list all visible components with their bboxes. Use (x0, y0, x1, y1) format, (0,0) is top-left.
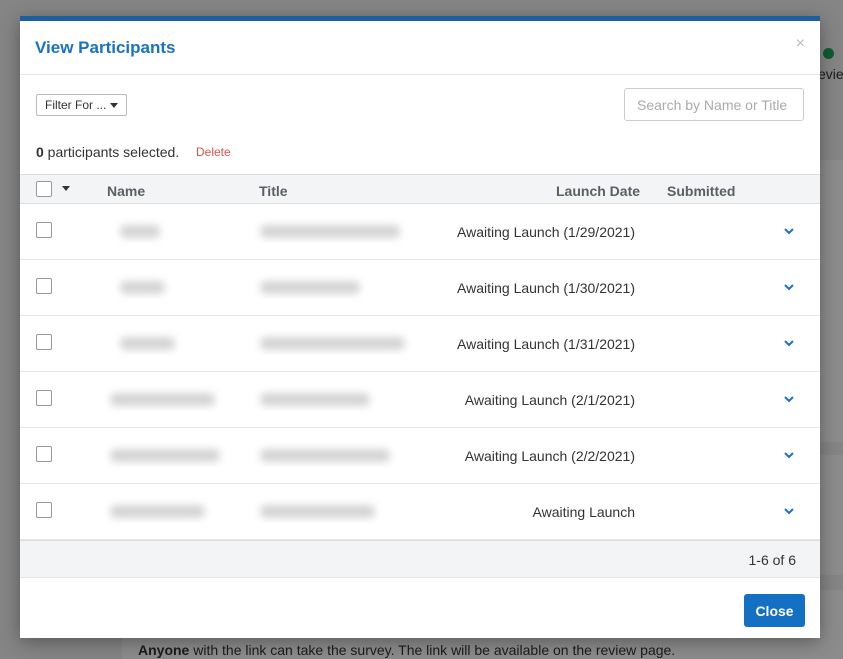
chevron-down-icon[interactable] (783, 449, 795, 461)
view-participants-modal: View Participants × Filter For ... 0 par… (20, 16, 820, 638)
select-menu-caret-icon[interactable] (62, 186, 70, 191)
launch-date: Awaiting Launch (1/30/2021) (457, 280, 635, 296)
close-icon[interactable]: × (796, 35, 805, 53)
chevron-down-icon[interactable] (783, 225, 795, 237)
redacted-title (260, 505, 375, 518)
table-row: Awaiting Launch (1/30/2021) (20, 260, 820, 316)
redacted-name (120, 225, 160, 238)
redacted-name (120, 281, 165, 294)
search-input[interactable] (624, 88, 804, 121)
chevron-down-icon[interactable] (783, 505, 795, 517)
redacted-title (260, 337, 405, 350)
redacted-name (110, 393, 215, 406)
launch-date: Awaiting Launch (532, 504, 635, 520)
filter-label: Filter For ... (45, 98, 107, 112)
chevron-down-icon[interactable] (783, 281, 795, 293)
redacted-name (110, 505, 205, 518)
delete-link[interactable]: Delete (196, 145, 231, 159)
table-row: Awaiting Launch (2/1/2021) (20, 372, 820, 428)
select-all-checkbox[interactable] (36, 181, 52, 197)
row-checkbox[interactable] (36, 502, 52, 518)
modal-title: View Participants (35, 38, 176, 57)
filter-dropdown[interactable]: Filter For ... (36, 94, 128, 116)
table-row: Awaiting Launch (1/29/2021) (20, 204, 820, 260)
redacted-title (260, 449, 390, 462)
table-row: Awaiting Launch (20, 484, 820, 540)
pagination-text: 1-6 of 6 (748, 552, 796, 568)
chevron-down-icon[interactable] (783, 393, 795, 405)
column-header-launch-date[interactable]: Launch Date (556, 183, 640, 199)
column-header-submitted[interactable]: Submitted (667, 183, 735, 199)
row-checkbox[interactable] (36, 278, 52, 294)
redacted-name (110, 449, 220, 462)
launch-date: Awaiting Launch (1/29/2021) (457, 224, 635, 240)
redacted-name (120, 337, 175, 350)
redacted-title (260, 225, 400, 238)
launch-date: Awaiting Launch (2/1/2021) (464, 392, 635, 408)
participants-table-body: Awaiting Launch (1/29/2021) Awaiting Lau… (20, 204, 820, 540)
pagination-bar: 1-6 of 6 (20, 540, 820, 578)
column-header-title[interactable]: Title (259, 183, 288, 199)
row-checkbox[interactable] (36, 334, 52, 350)
row-checkbox[interactable] (36, 222, 52, 238)
launch-date: Awaiting Launch (2/2/2021) (464, 448, 635, 464)
redacted-title (260, 393, 370, 406)
table-header: Name Title Launch Date Submitted (20, 174, 820, 204)
table-row: Awaiting Launch (2/2/2021) (20, 428, 820, 484)
redacted-title (260, 281, 360, 294)
chevron-down-icon[interactable] (783, 337, 795, 349)
caret-down-icon (110, 102, 119, 108)
selected-count-text: 0 participants selected. (36, 144, 180, 160)
column-header-name[interactable]: Name (107, 183, 145, 199)
selected-count: 0 (36, 144, 44, 160)
table-row: Awaiting Launch (1/31/2021) (20, 316, 820, 372)
close-button[interactable]: Close (744, 594, 805, 627)
modal-header: View Participants × (20, 21, 820, 75)
launch-date: Awaiting Launch (1/31/2021) (457, 336, 635, 352)
row-checkbox[interactable] (36, 446, 52, 462)
row-checkbox[interactable] (36, 390, 52, 406)
